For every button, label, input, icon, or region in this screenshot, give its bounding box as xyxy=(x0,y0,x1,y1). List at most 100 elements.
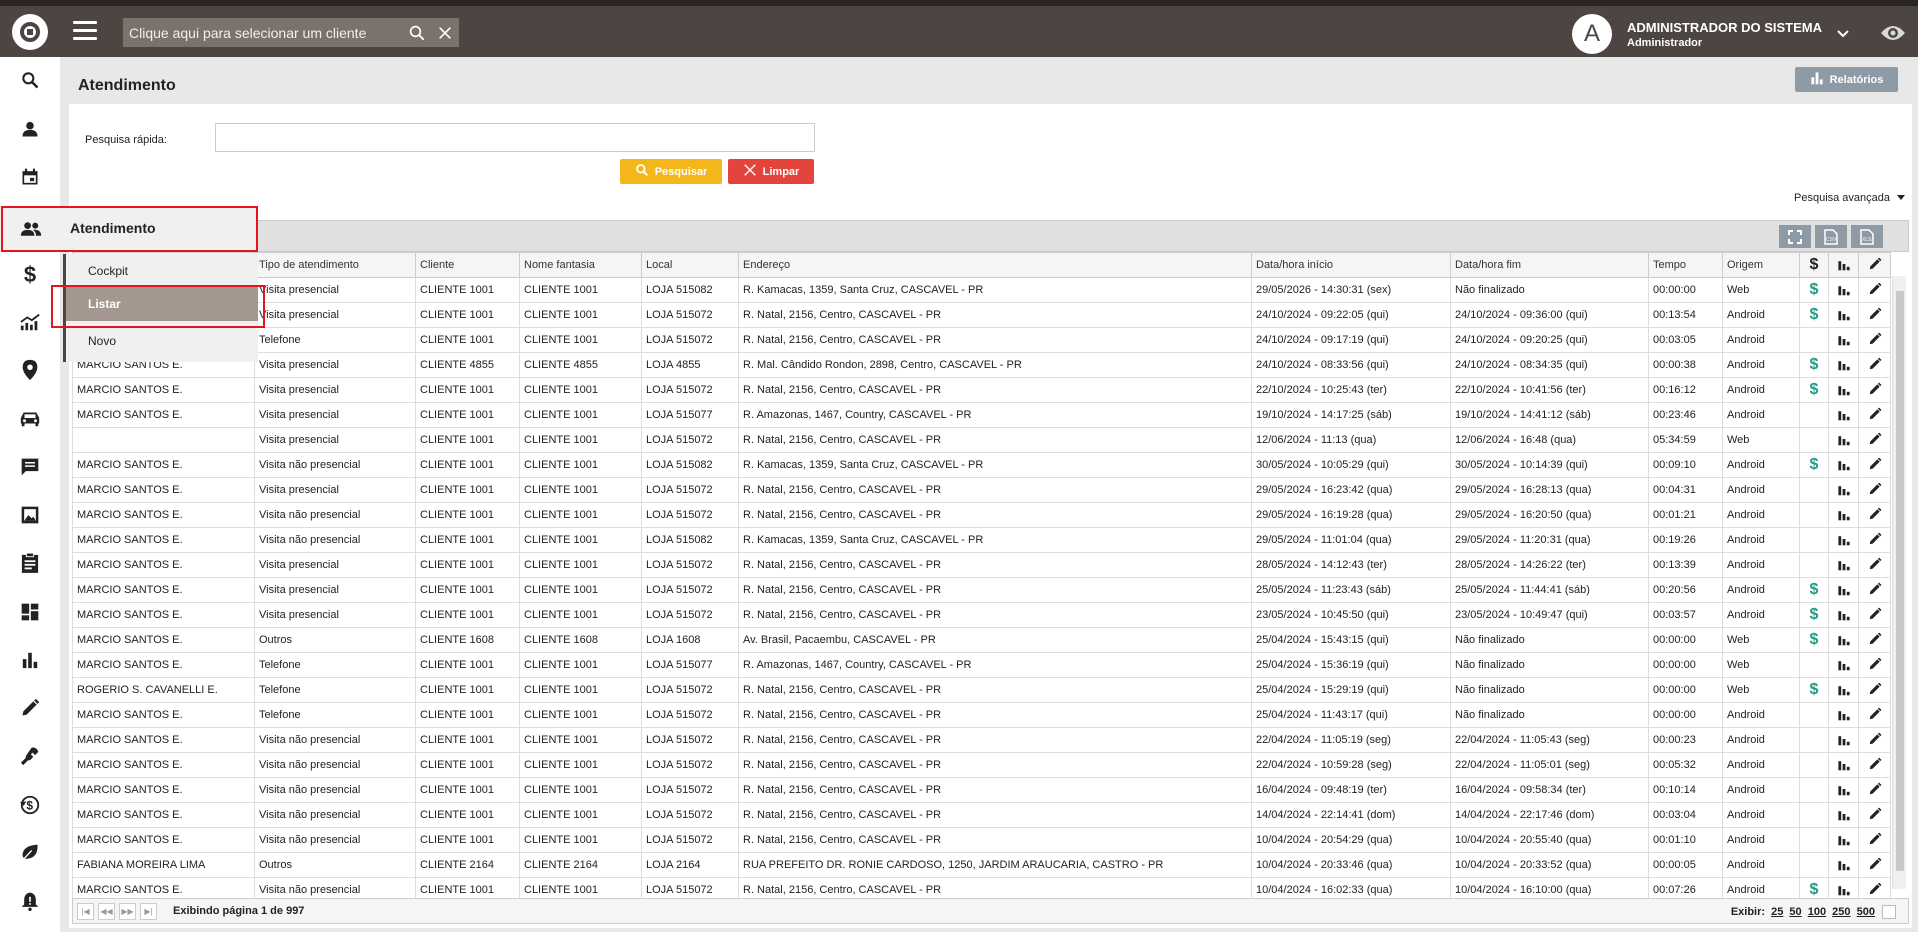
sidebar-item-locations[interactable] xyxy=(0,351,60,391)
pencil-icon[interactable] xyxy=(1868,682,1882,699)
table-row[interactable]: Visita presencial CLIENTE 1001 CLIENTE 100… xyxy=(72,277,1891,303)
page-size-100[interactable]: 100 xyxy=(1808,906,1826,918)
table-row[interactable]: MARCIO SANTOS E. Visita presencial CLIENTE… xyxy=(72,402,1891,428)
sidebar-item-environment[interactable] xyxy=(0,834,60,874)
pencil-icon[interactable] xyxy=(1868,607,1882,624)
sidebar-item-calendar[interactable] xyxy=(0,158,60,198)
pencil-icon[interactable] xyxy=(1868,657,1882,674)
bar-chart-icon[interactable] xyxy=(1837,835,1851,849)
bar-chart-icon[interactable] xyxy=(1837,685,1851,699)
table-row[interactable]: Telefone CLIENTE 1001 CLIENTE 1001 LOJA 515… xyxy=(72,327,1891,353)
table-row[interactable]: Visita presencial CLIENTE 1001 CLIENTE 100… xyxy=(72,427,1891,453)
search-icon[interactable] xyxy=(403,18,431,47)
sidebar-item-reports[interactable] xyxy=(0,641,60,681)
pencil-icon[interactable] xyxy=(1868,707,1882,724)
column-header-client[interactable]: Cliente xyxy=(415,252,520,278)
page-size-50[interactable]: 50 xyxy=(1789,906,1801,918)
column-header-start[interactable]: Data/hora início xyxy=(1251,252,1451,278)
dollar-icon[interactable]: $ xyxy=(1810,456,1819,473)
pencil-icon[interactable] xyxy=(1868,557,1882,574)
table-row[interactable]: MARCIO SANTOS E. Visita presencial CLIENTE… xyxy=(72,352,1891,378)
user-menu[interactable]: A ADMINISTRADOR DO SISTEMA Administrador xyxy=(1572,12,1822,56)
pencil-icon[interactable] xyxy=(1868,457,1882,474)
menu-item-cockpit[interactable]: Cockpit xyxy=(66,254,258,288)
dollar-icon[interactable]: $ xyxy=(1810,281,1819,298)
bar-chart-icon[interactable] xyxy=(1837,435,1851,449)
sidebar-item-tasks[interactable] xyxy=(0,544,60,584)
bar-chart-icon[interactable] xyxy=(1837,285,1851,299)
xls-icon[interactable]: XLS xyxy=(1851,225,1883,248)
sidebar-item-edit[interactable] xyxy=(0,689,60,729)
lightbulb-icon[interactable] xyxy=(1882,905,1896,919)
column-header-end[interactable]: Data/hora fim xyxy=(1450,252,1649,278)
table-row[interactable]: MARCIO SANTOS E. Telefone CLIENTE 1001 CLIE… xyxy=(72,652,1891,678)
bar-chart-icon[interactable] xyxy=(1837,310,1851,324)
first-page-icon[interactable]: |◀ xyxy=(77,902,94,920)
table-row[interactable]: MARCIO SANTOS E. Visita não presencial CLI… xyxy=(72,527,1891,553)
expand-icon[interactable] xyxy=(1779,225,1811,248)
bar-chart-icon[interactable] xyxy=(1837,610,1851,624)
table-row[interactable]: MARCIO SANTOS E. Outros CLIENTE 1608 CLIENT… xyxy=(72,627,1891,653)
client-selector[interactable] xyxy=(123,18,459,47)
bar-chart-icon[interactable] xyxy=(1837,660,1851,674)
dollar-icon[interactable]: $ xyxy=(1810,681,1819,698)
table-row[interactable]: MARCIO SANTOS E. Visita não presencial CLI… xyxy=(72,802,1891,828)
bar-chart-icon[interactable] xyxy=(1837,535,1851,549)
avatar[interactable]: A xyxy=(1572,14,1612,54)
eye-icon[interactable] xyxy=(1880,24,1906,45)
last-page-icon[interactable]: ▶| xyxy=(140,902,157,920)
sidebar-item-gallery[interactable] xyxy=(0,496,60,536)
page-size-500[interactable]: 500 xyxy=(1857,906,1875,918)
pencil-icon[interactable] xyxy=(1868,282,1882,299)
bar-chart-icon[interactable] xyxy=(1837,585,1851,599)
clear-button[interactable]: Limpar xyxy=(728,159,814,184)
pencil-icon[interactable] xyxy=(1868,332,1882,349)
pencil-icon[interactable] xyxy=(1868,432,1882,449)
bar-chart-icon[interactable] xyxy=(1837,360,1851,374)
bar-chart-icon[interactable] xyxy=(1837,485,1851,499)
table-row[interactable]: MARCIO SANTOS E. Visita presencial CLIENTE… xyxy=(72,602,1891,628)
sidebar-item-profile[interactable] xyxy=(0,110,60,150)
table-row[interactable]: MARCIO SANTOS E. Visita não presencial CLI… xyxy=(72,777,1891,803)
pencil-icon[interactable] xyxy=(1868,482,1882,499)
column-header-origin[interactable]: Origem xyxy=(1722,252,1800,278)
pencil-icon[interactable] xyxy=(1868,307,1882,324)
sidebar-item-dashboard[interactable] xyxy=(0,593,60,633)
quick-search-input[interactable] xyxy=(215,123,815,152)
pencil-icon[interactable] xyxy=(1868,532,1882,549)
search-button[interactable]: Pesquisar xyxy=(620,159,722,184)
dollar-icon[interactable]: $ xyxy=(1810,631,1819,648)
pencil-icon[interactable] xyxy=(1868,357,1882,374)
page-size-250[interactable]: 250 xyxy=(1832,906,1850,918)
table-row[interactable]: MARCIO SANTOS E. Visita não presencial CLI… xyxy=(72,452,1891,478)
column-header-trade-name[interactable]: Nome fantasia xyxy=(519,252,642,278)
column-header-address[interactable]: Endereço xyxy=(738,252,1252,278)
chevron-down-icon[interactable] xyxy=(1836,28,1850,42)
bar-chart-icon[interactable] xyxy=(1837,860,1851,874)
client-search-input[interactable] xyxy=(123,18,403,47)
pencil-icon[interactable] xyxy=(1868,882,1882,899)
table-row[interactable]: MARCIO SANTOS E. Visita não presencial CLI… xyxy=(72,827,1891,853)
dollar-icon[interactable]: $ xyxy=(1810,581,1819,598)
dollar-icon[interactable]: $ xyxy=(1810,306,1819,323)
dollar-icon[interactable]: $ xyxy=(1810,356,1819,373)
table-row[interactable]: MARCIO SANTOS E. Visita não presencial CLI… xyxy=(72,727,1891,753)
dollar-icon[interactable]: $ xyxy=(1810,881,1819,898)
bar-chart-icon[interactable] xyxy=(1837,385,1851,399)
table-row[interactable]: FABIANA MOREIRA LIMA Outros CLIENTE 2164 CL… xyxy=(72,852,1891,878)
sidebar-item-alerts[interactable] xyxy=(0,882,60,922)
bar-chart-icon[interactable] xyxy=(1837,335,1851,349)
table-row[interactable]: MARCIO SANTOS E. Visita presencial CLIENTE… xyxy=(72,377,1891,403)
pencil-icon[interactable] xyxy=(1868,632,1882,649)
bar-chart-icon[interactable] xyxy=(1837,760,1851,774)
table-row[interactable]: MARCIO SANTOS E. Visita não presencial CLI… xyxy=(72,752,1891,778)
pencil-icon[interactable] xyxy=(1868,857,1882,874)
table-row[interactable]: MARCIO SANTOS E. Visita presencial CLIENTE… xyxy=(72,477,1891,503)
app-logo[interactable] xyxy=(12,14,48,50)
sidebar-item-messages[interactable] xyxy=(0,448,60,488)
hamburger-menu-icon[interactable] xyxy=(73,21,97,41)
bar-chart-icon[interactable] xyxy=(1837,560,1851,574)
page-size-25[interactable]: 25 xyxy=(1771,906,1783,918)
table-row[interactable]: ROGERIO S. CAVANELLI E. Telefone CLIENTE 1… xyxy=(72,677,1891,703)
table-row[interactable]: MARCIO SANTOS E. Visita presencial CLIENTE… xyxy=(72,577,1891,603)
